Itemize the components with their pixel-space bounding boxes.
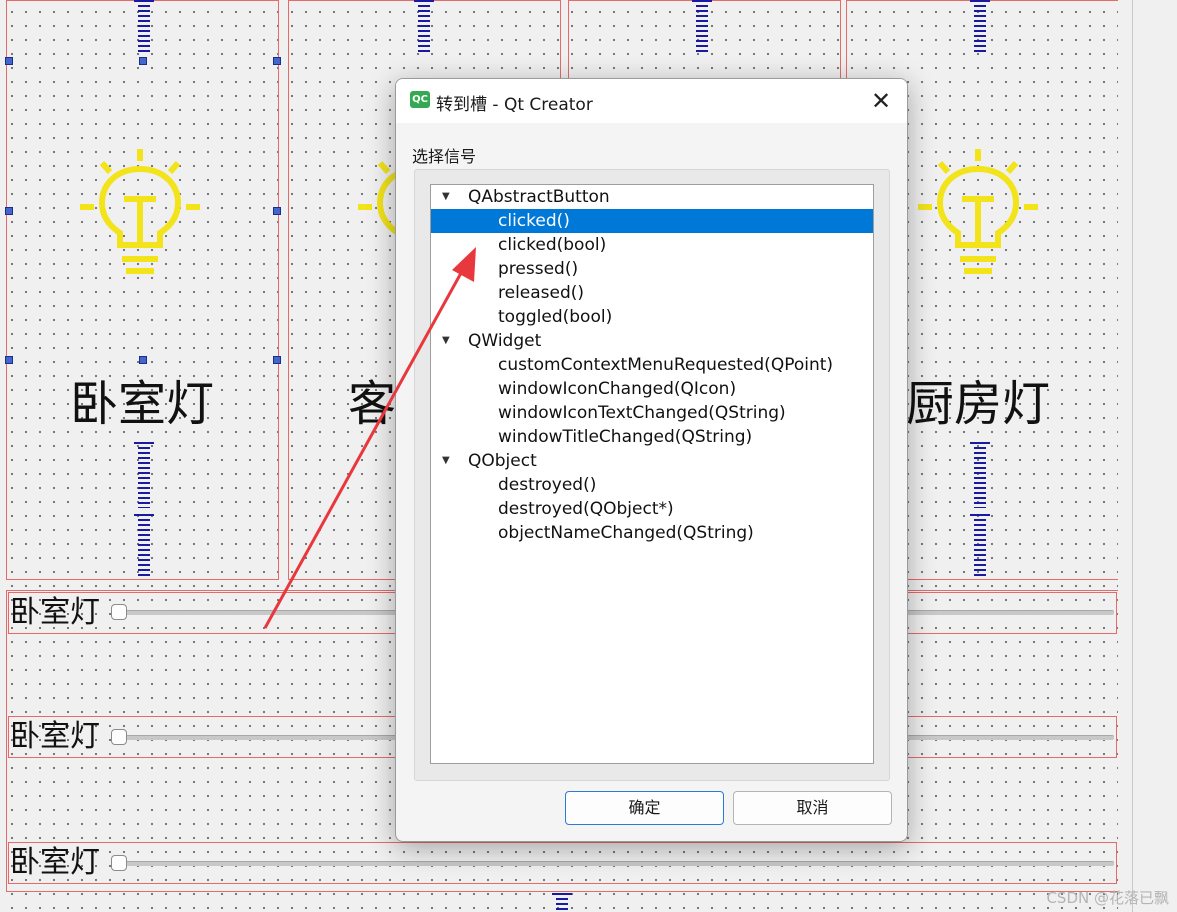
vertical-spacer[interactable] [134,0,154,52]
ok-button[interactable]: 确定 [565,791,724,825]
tree-class-node[interactable]: ▼ QObject [431,449,873,473]
expand-arrow-icon[interactable]: ▼ [442,185,450,209]
tree-item-label: released() [498,283,585,303]
tree-signal-item[interactable]: windowTitleChanged(QString) [431,425,873,449]
tree-item-label: objectNameChanged(QString) [498,523,754,543]
tree-item-label: windowIconTextChanged(QString) [498,403,786,423]
room-label-living[interactable]: 客 [348,380,396,428]
tree-item-label: destroyed(QObject*) [498,499,674,519]
selection-handle[interactable] [5,57,13,65]
tree-item-label: pressed() [498,259,579,279]
selection-handle[interactable] [273,207,281,215]
selection-handle[interactable] [139,356,147,364]
slider-row-label: 卧室灯 [10,719,100,754]
slider-knob[interactable] [111,729,127,745]
dialog-title: 转到槽 - Qt Creator [436,95,593,115]
signal-tree[interactable]: ▼ QAbstractButton clicked() clicked(bool) pr… [430,184,874,764]
vertical-spacer[interactable] [692,0,712,52]
expand-arrow-icon[interactable]: ▼ [442,449,450,473]
slider-row-label: 卧室灯 [10,595,100,630]
tree-item-label: windowTitleChanged(QString) [498,427,753,447]
tree-item-label: QAbstractButton [468,187,610,207]
tree-item-label: clicked() [498,211,570,231]
selection-handle[interactable] [139,57,147,65]
room-label-kitchen[interactable]: 厨房灯 [906,380,1050,428]
tree-item-label: QWidget [468,331,542,351]
room-label-bedroom[interactable]: 卧室灯 [70,380,214,428]
go-to-slot-dialog[interactable]: QC 转到槽 - Qt Creator ✕ 选择信号 ▼ QAbstractBut… [395,78,908,842]
expand-arrow-icon[interactable]: ▼ [442,329,450,353]
vertical-spacer[interactable] [414,0,434,52]
tree-signal-item[interactable]: windowIconChanged(QIcon) [431,377,873,401]
vertical-spacer[interactable] [970,442,990,508]
vertical-spacer[interactable] [134,442,154,508]
tree-item-label: windowIconChanged(QIcon) [498,379,737,399]
tree-signal-item[interactable]: destroyed(QObject*) [431,497,873,521]
tree-item-label: clicked(bool) [498,235,607,255]
vertical-spacer[interactable] [552,893,572,912]
cancel-button[interactable]: 取消 [733,791,892,825]
tree-item-label: QObject [468,451,537,471]
tree-signal-item[interactable]: clicked() [431,209,873,233]
tree-signal-item[interactable]: released() [431,281,873,305]
slider-knob[interactable] [111,604,127,620]
tree-signal-item[interactable]: clicked(bool) [431,233,873,257]
vertical-spacer[interactable] [970,0,990,52]
tree-item-label: destroyed() [498,475,597,495]
watermark: CSDN @花落已飘 [1046,889,1169,907]
close-icon[interactable]: ✕ [867,87,895,115]
tree-signal-item[interactable]: objectNameChanged(QString) [431,521,873,545]
tree-class-node[interactable]: ▼ QWidget [431,329,873,353]
slider-row-label: 卧室灯 [10,845,100,880]
lightbulb-icon [918,149,1038,274]
tree-item-label: toggled(bool) [498,307,613,327]
slider-track[interactable] [120,861,1114,866]
tree-signal-item[interactable]: destroyed() [431,473,873,497]
tree-signal-item[interactable]: toggled(bool) [431,305,873,329]
lightbulb-icon [80,149,200,274]
selection-handle[interactable] [273,356,281,364]
tree-signal-item[interactable]: windowIconTextChanged(QString) [431,401,873,425]
selection-handle[interactable] [273,57,281,65]
vertical-spacer[interactable] [134,514,154,576]
selection-handle[interactable] [5,356,13,364]
qt-creator-icon: QC [410,91,430,108]
dialog-titlebar[interactable]: QC 转到槽 - Qt Creator ✕ [396,79,907,123]
tree-item-label: customContextMenuRequested(QPoint) [498,355,834,375]
tree-signal-item[interactable]: pressed() [431,257,873,281]
tree-signal-item[interactable]: customContextMenuRequested(QPoint) [431,353,873,377]
tree-class-node[interactable]: ▼ QAbstractButton [431,185,873,209]
vertical-spacer[interactable] [970,514,990,576]
selection-handle[interactable] [5,207,13,215]
select-signal-label: 选择信号 [412,147,477,166]
right-gutter [1118,0,1177,912]
slider-knob[interactable] [111,855,127,871]
